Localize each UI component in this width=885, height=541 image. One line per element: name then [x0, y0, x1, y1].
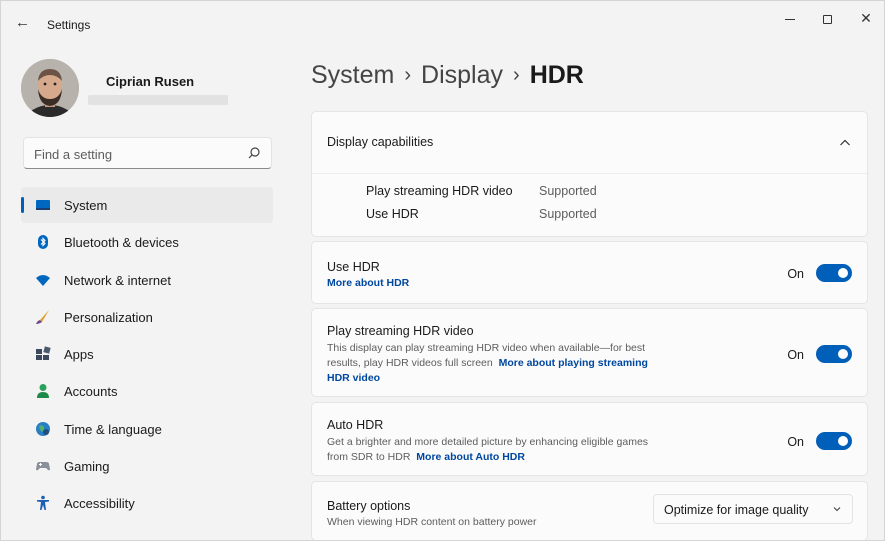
- streaming-hdr-toggle[interactable]: [816, 345, 852, 363]
- sidebar-item-label: Apps: [64, 347, 94, 363]
- more-about-auto-hdr-link[interactable]: More about Auto HDR: [416, 451, 525, 463]
- minimize-button[interactable]: [775, 7, 805, 29]
- more-about-hdr-link[interactable]: More about HDR: [327, 276, 409, 291]
- minimize-icon: [785, 18, 795, 20]
- sidebar-item-label: Time & language: [64, 421, 162, 437]
- avatar: [21, 59, 79, 117]
- sidebar-item-system[interactable]: System: [21, 187, 273, 223]
- sidebar-item-accounts[interactable]: Accounts: [21, 373, 273, 409]
- breadcrumb: System › Display › HDR: [311, 61, 584, 90]
- sidebar-item-label: Accounts: [64, 384, 118, 400]
- battery-options-dropdown[interactable]: Optimize for image quality: [653, 494, 853, 524]
- sidebar-nav: System Bluetooth & devices Network & int…: [21, 187, 273, 523]
- breadcrumb-separator: ›: [404, 64, 412, 86]
- title-bar: ← Settings ✕: [1, 1, 884, 45]
- sidebar-item-label: Gaming: [64, 459, 110, 475]
- sidebar-item-label: Bluetooth & devices: [64, 235, 179, 251]
- sidebar-item-apps[interactable]: Apps: [21, 336, 273, 372]
- sidebar-item-label: Personalization: [64, 309, 153, 325]
- search-box[interactable]: Find a setting: [23, 137, 272, 169]
- sidebar-item-gaming[interactable]: Gaming: [21, 448, 273, 484]
- auto-hdr-toggle[interactable]: [816, 432, 852, 450]
- sidebar-item-time-language[interactable]: Time & language: [21, 411, 273, 447]
- description-line: Get a brighter and more detailed picture…: [327, 436, 649, 448]
- globe-clock-icon: [36, 421, 50, 436]
- breadcrumb-system[interactable]: System: [311, 61, 394, 89]
- settings-window: ← Settings ✕ Ciprian Rusen Find a settin…: [0, 0, 885, 541]
- streaming-hdr-title: Play streaming HDR video: [327, 324, 474, 338]
- more-about-streaming-link[interactable]: More about playing streaming: [499, 357, 648, 369]
- sidebar-item-network[interactable]: Network & internet: [21, 262, 273, 298]
- apps-icon: [36, 346, 51, 361]
- description-line: results, play HDR videos full screen Mor…: [327, 356, 707, 371]
- description-text: results, play HDR videos full screen: [327, 357, 493, 369]
- toggle-knob: [838, 349, 848, 359]
- maximize-button[interactable]: [812, 7, 842, 29]
- use-hdr-title: Use HDR: [327, 260, 380, 274]
- close-button[interactable]: ✕: [851, 7, 881, 29]
- brush-icon: [36, 309, 49, 324]
- display-capabilities-title: Display capabilities: [327, 135, 434, 149]
- auto-hdr-title: Auto HDR: [327, 418, 384, 432]
- description-text: from SDR to HDR: [327, 451, 411, 463]
- breadcrumb-display[interactable]: Display: [421, 61, 503, 89]
- close-icon: ✕: [860, 10, 872, 26]
- battery-options-title: Battery options: [327, 499, 411, 513]
- chevron-down-icon: [833, 507, 841, 512]
- use-hdr-state-label: On: [787, 267, 804, 281]
- display-capabilities-card: Display capabilities Play streaming HDR …: [311, 111, 868, 237]
- description-line: This display can play streaming HDR vide…: [327, 342, 646, 354]
- user-name: Ciprian Rusen: [106, 74, 195, 89]
- maximize-icon: [822, 14, 832, 24]
- sidebar-item-label: Network & internet: [64, 272, 171, 288]
- chevron-up-icon[interactable]: [839, 138, 851, 148]
- search-icon: [248, 147, 260, 159]
- capability-label: Use HDR: [366, 207, 419, 221]
- app-title: Settings: [47, 18, 91, 32]
- use-hdr-card: Use HDR More about HDR On: [311, 241, 868, 304]
- more-about-streaming-link-continued[interactable]: HDR video: [327, 371, 707, 386]
- streaming-hdr-state-label: On: [787, 348, 804, 362]
- streaming-hdr-card: Play streaming HDR video This display ca…: [311, 308, 868, 397]
- auto-hdr-description: Get a brighter and more detailed picture…: [327, 435, 727, 465]
- user-email-redacted: [88, 95, 228, 105]
- page-title: HDR: [529, 61, 584, 89]
- description-line: from SDR to HDR More about Auto HDR: [327, 450, 727, 465]
- sidebar-item-label: System: [64, 198, 108, 213]
- bluetooth-icon: [38, 235, 48, 250]
- dropdown-selected-value: Optimize for image quality: [664, 503, 809, 517]
- wifi-icon: [36, 274, 50, 286]
- sidebar-item-accessibility[interactable]: Accessibility: [21, 485, 273, 521]
- capability-label: Play streaming HDR video: [366, 184, 513, 198]
- sidebar-item-personalization[interactable]: Personalization: [21, 299, 273, 335]
- capability-value: Supported: [539, 184, 597, 198]
- use-hdr-toggle[interactable]: [816, 264, 852, 282]
- accessibility-icon: [37, 496, 49, 511]
- battery-options-card: Battery options When viewing HDR content…: [311, 481, 868, 540]
- system-display-icon: [36, 200, 50, 210]
- streaming-hdr-description: This display can play streaming HDR vide…: [327, 341, 707, 386]
- toggle-knob: [838, 436, 848, 446]
- gamepad-icon: [36, 462, 50, 471]
- auto-hdr-card: Auto HDR Get a brighter and more detaile…: [311, 402, 868, 476]
- sidebar-item-label: Accessibility: [64, 496, 135, 512]
- sidebar-item-bluetooth[interactable]: Bluetooth & devices: [21, 224, 273, 260]
- battery-options-description: When viewing HDR content on battery powe…: [327, 516, 537, 528]
- active-indicator: [21, 197, 24, 213]
- breadcrumb-separator: ›: [513, 64, 520, 86]
- toggle-knob: [838, 268, 848, 278]
- capability-value: Supported: [539, 207, 597, 221]
- back-button[interactable]: ←: [15, 15, 31, 31]
- person-icon: [37, 384, 49, 399]
- auto-hdr-state-label: On: [787, 435, 804, 449]
- search-input[interactable]: Find a setting: [34, 147, 112, 162]
- display-capabilities-header[interactable]: Display capabilities: [312, 112, 867, 174]
